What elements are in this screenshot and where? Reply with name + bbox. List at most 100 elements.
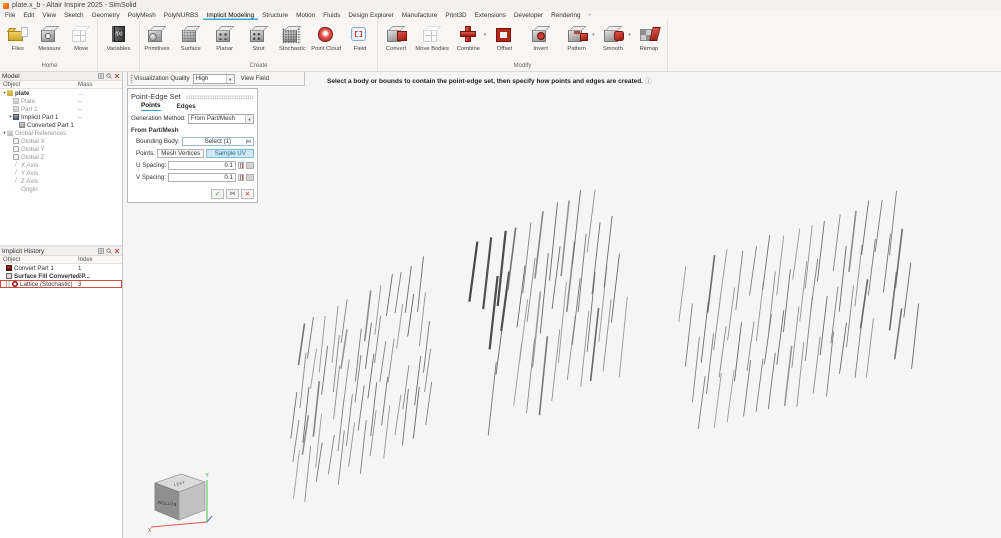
tree-item-plate[interactable]: Plate– (0, 97, 122, 105)
remap-button[interactable]: Remap (632, 21, 666, 52)
menu-polymesh[interactable]: PolyMesh (124, 11, 160, 20)
tree-item-global-z[interactable]: Global Z (0, 153, 122, 161)
bounding-body-select-button[interactable]: Select (1) ⋈ (182, 137, 254, 146)
tree-item-plate[interactable]: ▾plate… (0, 89, 122, 97)
origin-icon: · (13, 186, 19, 192)
tree-item-y-axis[interactable]: /Y Axis (0, 169, 122, 177)
menu-print3d[interactable]: Print3D (441, 11, 470, 20)
history-item-convert-part-1[interactable]: Convert Part 11 (0, 264, 122, 272)
generation-method-select[interactable]: From Part/Mesh ▾ (188, 114, 254, 124)
history-item-lattice-stochastic[interactable]: Lattice (Stochastic)3 (0, 280, 122, 288)
tab-points[interactable]: Points (141, 102, 161, 111)
tree-item-z-axis[interactable]: /Z Axis (0, 177, 122, 185)
combine-icon (456, 23, 480, 45)
smooth-button[interactable]: ▾Smooth (596, 21, 630, 52)
menu-fluids[interactable]: Fluids (319, 11, 344, 20)
tree-item-part-1[interactable]: Part 1– (0, 105, 122, 113)
view-field-button[interactable]: View Field (238, 75, 272, 82)
chevron-down-icon[interactable]: ▾ (628, 32, 631, 38)
measure-button[interactable]: Measure (34, 21, 66, 52)
expression-table-icon[interactable] (246, 162, 254, 169)
tree-item-x-axis[interactable]: /X Axis (0, 161, 122, 169)
menu-manufacture[interactable]: Manufacture (398, 11, 442, 20)
expression-table-icon[interactable] (246, 174, 254, 181)
grid-view-icon[interactable] (98, 248, 104, 254)
menu-sketch[interactable]: Sketch (60, 11, 88, 20)
toolbar-drag-handle-icon[interactable] (130, 74, 133, 83)
tab-edges[interactable]: Edges (177, 103, 196, 111)
search-icon[interactable] (106, 248, 112, 254)
primitives-button[interactable]: Primitives (140, 21, 174, 52)
tree-item-implicit-part-1[interactable]: ▾Implicit Part 1– (0, 113, 122, 121)
mass-value: – (78, 114, 81, 121)
tree-item-global-references[interactable]: ▾Global References (0, 129, 122, 137)
dialog-drag-handle-icon[interactable] (186, 95, 254, 100)
move-button[interactable]: Move (65, 21, 97, 52)
chevron-down-icon[interactable]: ▾ (592, 32, 595, 38)
convert-button[interactable]: Convert (379, 21, 413, 52)
planar-button[interactable]: Planar (208, 21, 242, 52)
pattern-button[interactable]: ▾Pattern (560, 21, 594, 52)
tree-item-label: Y Axis (21, 170, 38, 177)
menu-polynurbs[interactable]: PolyNURBS (160, 11, 203, 20)
unit-toggle-icon[interactable] (238, 162, 244, 169)
history-item-surface-fill-converted-p[interactable]: Surface Fill Converted P...2 (0, 272, 122, 280)
tree-item-global-x[interactable]: Global X (0, 137, 122, 145)
mesh-vertices-button[interactable]: Mesh Vertices (157, 149, 205, 158)
menu-edit[interactable]: Edit (19, 11, 38, 20)
apply-button[interactable]: ✓ (211, 189, 224, 199)
close-icon[interactable] (114, 248, 120, 254)
chevron-down-icon[interactable]: ▾ (484, 32, 487, 38)
tree-item-origin[interactable]: ·Origin (0, 185, 122, 193)
combine-button[interactable]: ▾Combine (451, 21, 485, 52)
v-spacing-input[interactable]: 0.1 (168, 173, 236, 182)
menu-view[interactable]: View (38, 11, 60, 20)
point-cloud-button[interactable]: Point Cloud (309, 21, 343, 52)
tree-item-converted-part-1[interactable]: Converted Part 1 (0, 121, 122, 129)
invert-button[interactable]: Invert (524, 21, 558, 52)
tree-item-label: plate (15, 90, 29, 97)
search-icon[interactable] (106, 73, 112, 79)
view-cube[interactable]: LEFT BOTTOM X Y (143, 468, 223, 534)
ribbon-item-label: Remap (632, 46, 666, 52)
visualization-toolbar: Visualization Quality High ▾ View Field (127, 72, 305, 86)
grid-view-icon[interactable] (98, 73, 104, 79)
menu-rendering[interactable]: Rendering (547, 11, 585, 20)
menu-implicit-modeling[interactable]: Implicit Modeling (203, 11, 259, 20)
menu-structure[interactable]: Structure (258, 11, 292, 20)
surface-button[interactable]: Surface (174, 21, 208, 52)
menu-motion[interactable]: Motion (292, 11, 319, 20)
menu-design-explorer[interactable]: Design Explorer (344, 11, 397, 20)
viewport-3d[interactable]: Visualization Quality High ▾ View Field … (123, 72, 1001, 538)
menu-developer[interactable]: Developer (510, 11, 547, 20)
bounds-button[interactable]: ⋈ (226, 189, 239, 199)
strut-button[interactable]: Strut (242, 21, 276, 52)
tree-item-global-y[interactable]: Global Y (0, 145, 122, 153)
smooth-icon (601, 23, 625, 45)
ribbon-item-label: Convert (379, 46, 413, 52)
variables-button[interactable]: f(x)Variables (102, 21, 136, 52)
menu-file[interactable]: File (1, 11, 19, 20)
settings-icon[interactable]: + (585, 12, 595, 19)
files-button[interactable]: Files (2, 21, 34, 52)
field-button[interactable]: Field (343, 21, 377, 52)
unit-toggle-icon[interactable] (238, 174, 244, 181)
move-bodies-button[interactable]: Move Bodies (415, 21, 449, 52)
tree-item-label: Part 1 (21, 106, 38, 113)
x-axis-line (151, 522, 207, 527)
tree-item-label: Implicit Part 1 (21, 114, 58, 121)
ribbon-item-label: Move (65, 46, 97, 52)
u-spacing-input[interactable]: 0.1 (168, 161, 236, 170)
ribbon-item-label: Point Cloud (309, 46, 343, 52)
menu-geometry[interactable]: Geometry (88, 11, 124, 20)
z-axis-line (207, 516, 212, 522)
visualization-quality-select[interactable]: High ▾ (193, 74, 235, 84)
menu-extensions[interactable]: Extensions (471, 11, 510, 20)
stochastic-button[interactable]: Stochastic (275, 21, 309, 52)
ribbon-item-label: Field (343, 46, 377, 52)
surface-icon (6, 273, 12, 279)
cancel-button[interactable]: ✕ (241, 189, 254, 199)
close-icon[interactable] (114, 73, 120, 79)
sample-uv-button[interactable]: Sample UV (206, 149, 254, 158)
offset-button[interactable]: Offset (487, 21, 521, 52)
